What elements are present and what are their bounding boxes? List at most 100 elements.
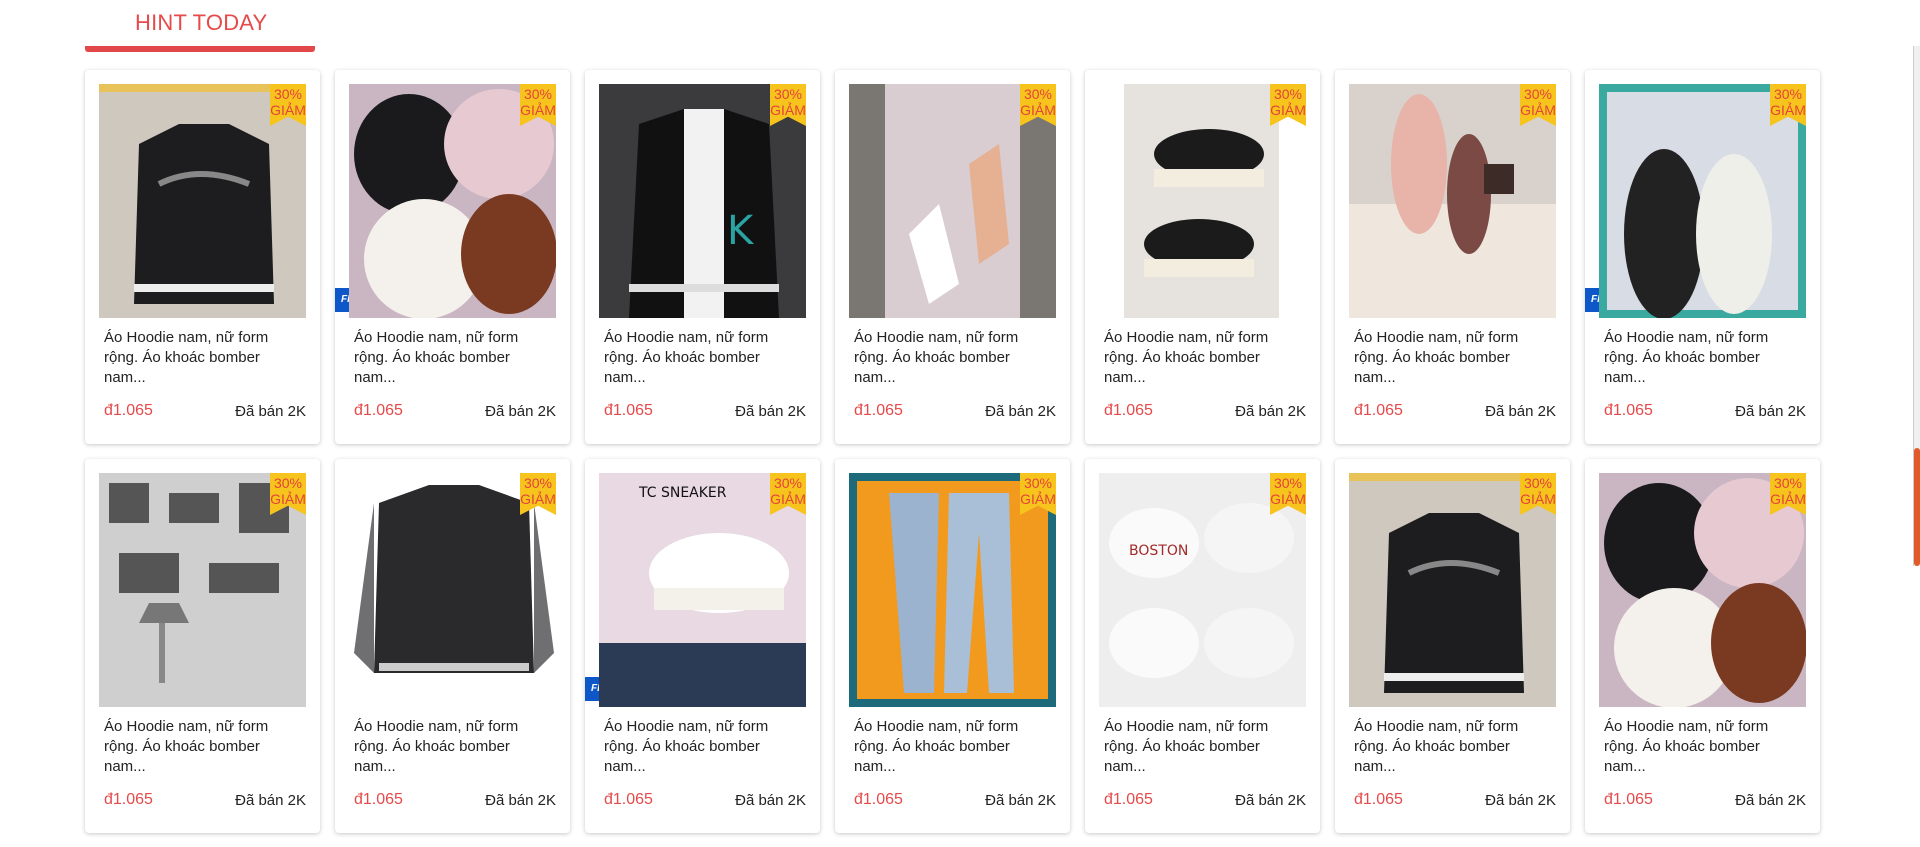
product-card[interactable]: FREESHIPXTRA30%GIẢMÁo Hoodie nam, nữ for… bbox=[1585, 70, 1820, 444]
discount-percent: 30% bbox=[1273, 475, 1303, 491]
product-image[interactable]: 30% GIẢM bbox=[349, 473, 556, 707]
discount-percent: 30% bbox=[773, 86, 803, 102]
product-image[interactable]: K 30% GIẢM bbox=[599, 84, 806, 318]
discount-label: GIẢM bbox=[1270, 491, 1306, 507]
product-title[interactable]: Áo Hoodie nam, nữ form rộng. Áo khoác bo… bbox=[1354, 328, 1554, 388]
product-title[interactable]: Áo Hoodie nam, nữ form rộng. Áo khoác bo… bbox=[1104, 717, 1304, 777]
product-title[interactable]: Áo Hoodie nam, nữ form rộng. Áo khoác bo… bbox=[354, 328, 554, 388]
product-image[interactable]: TC SNEAKER 30% GIẢM bbox=[599, 473, 806, 707]
sold-count: Đã bán 2K bbox=[1735, 792, 1806, 809]
product-price: đ1.065 bbox=[1104, 402, 1153, 419]
product-price: đ1.065 bbox=[1604, 791, 1653, 808]
discount-label: GIẢM bbox=[1770, 102, 1806, 118]
svg-text:TC SNEAKER: TC SNEAKER bbox=[638, 485, 727, 501]
scrollbar[interactable] bbox=[1914, 46, 1920, 566]
sold-count: Đã bán 2K bbox=[985, 403, 1056, 420]
svg-text:K: K bbox=[727, 208, 755, 254]
discount-label: GIẢM bbox=[1770, 491, 1806, 507]
product-title[interactable]: Áo Hoodie nam, nữ form rộng. Áo khoác bo… bbox=[104, 717, 304, 777]
product-card[interactable]: BOSTON 30% GIẢM Áo Hoodie nam, nữ form rộng… bbox=[1085, 459, 1320, 833]
product-price: đ1.065 bbox=[354, 402, 403, 419]
section-underline bbox=[85, 46, 315, 52]
product-title[interactable]: Áo Hoodie nam, nữ form rộng. Áo khoác bo… bbox=[104, 328, 304, 388]
sold-count: Đã bán 2K bbox=[1485, 403, 1556, 420]
product-card[interactable]: 30% GIẢM Áo Hoodie nam, nữ form rộng. Áo k… bbox=[85, 70, 320, 444]
sold-count: Đã bán 2K bbox=[1735, 403, 1806, 420]
discount-percent: 30% bbox=[1023, 86, 1053, 102]
section-title: HINT TODAY bbox=[135, 10, 268, 35]
product-image[interactable]: 30% GIẢM bbox=[349, 84, 556, 318]
sold-count: Đã bán 2K bbox=[1235, 403, 1306, 420]
product-title[interactable]: Áo Hoodie nam, nữ form rộng. Áo khoác bo… bbox=[1354, 717, 1554, 777]
discount-percent: 30% bbox=[1273, 86, 1303, 102]
product-card[interactable]: 30% GIẢM Áo Hoodie nam, nữ form rộng. Áo k… bbox=[1335, 70, 1570, 444]
product-price: đ1.065 bbox=[104, 791, 153, 808]
product-card[interactable]: 30% GIẢM Áo Hoodie nam, nữ form rộng. Áo k… bbox=[1335, 459, 1570, 833]
sold-count: Đã bán 2K bbox=[1235, 792, 1306, 809]
section-header: HINT TODAY bbox=[85, 0, 315, 54]
product-image[interactable]: 30% GIẢM bbox=[1599, 84, 1806, 318]
product-title[interactable]: Áo Hoodie nam, nữ form rộng. Áo khoác bo… bbox=[854, 328, 1054, 388]
product-card[interactable]: 30% GIẢM Áo Hoodie nam, nữ form rộng. Áo k… bbox=[835, 459, 1070, 833]
product-image[interactable]: 30% GIẢM bbox=[1599, 473, 1806, 707]
discount-percent: 30% bbox=[523, 475, 553, 491]
product-title[interactable]: Áo Hoodie nam, nữ form rộng. Áo khoác bo… bbox=[1104, 328, 1304, 388]
product-card[interactable]: 30% GIẢM Áo Hoodie nam, nữ form rộng. Áo k… bbox=[335, 459, 570, 833]
product-price: đ1.065 bbox=[104, 402, 153, 419]
product-title[interactable]: Áo Hoodie nam, nữ form rộng. Áo khoác bo… bbox=[854, 717, 1054, 777]
sold-count: Đã bán 2K bbox=[235, 792, 306, 809]
discount-label: GIẢM bbox=[1020, 102, 1056, 118]
product-grid: 30% GIẢM Áo Hoodie nam, nữ form rộng. Áo k… bbox=[85, 70, 1820, 833]
product-card[interactable]: 30% GIẢM Áo Hoodie nam, nữ form rộng. Áo k… bbox=[1085, 70, 1320, 444]
product-image[interactable]: 30% GIẢM bbox=[99, 473, 306, 707]
discount-label: GIẢM bbox=[1020, 491, 1056, 507]
product-title[interactable]: Áo Hoodie nam, nữ form rộng. Áo khoác bo… bbox=[604, 717, 804, 777]
product-card[interactable]: FREESHIPXTRATC SNEAKER30%GIẢMÁo Hoodie n… bbox=[585, 459, 820, 833]
product-title[interactable]: Áo Hoodie nam, nữ form rộng. Áo khoác bo… bbox=[1604, 328, 1804, 388]
sold-count: Đã bán 2K bbox=[985, 792, 1056, 809]
product-image[interactable]: 30% GIẢM bbox=[1349, 473, 1556, 707]
product-image[interactable]: 30% GIẢM bbox=[849, 473, 1056, 707]
product-price: đ1.065 bbox=[1104, 791, 1153, 808]
discount-label: GIẢM bbox=[770, 102, 806, 118]
product-price: đ1.065 bbox=[604, 791, 653, 808]
product-image[interactable]: 30% GIẢM bbox=[99, 84, 306, 318]
scrollbar-thumb[interactable] bbox=[1914, 448, 1920, 566]
discount-label: GIẢM bbox=[1270, 102, 1306, 118]
sold-count: Đã bán 2K bbox=[485, 792, 556, 809]
sold-count: Đã bán 2K bbox=[235, 403, 306, 420]
product-price: đ1.065 bbox=[1354, 402, 1403, 419]
product-title[interactable]: Áo Hoodie nam, nữ form rộng. Áo khoác bo… bbox=[354, 717, 554, 777]
product-image[interactable]: 30% GIẢM bbox=[1099, 84, 1306, 318]
product-card[interactable]: K 30% GIẢM Áo Hoodie nam, nữ form rộng. Áo … bbox=[585, 70, 820, 444]
product-card[interactable]: FREESHIPXTRA30%GIẢMÁo Hoodie nam, nữ for… bbox=[335, 70, 570, 444]
sold-count: Đã bán 2K bbox=[735, 792, 806, 809]
product-title[interactable]: Áo Hoodie nam, nữ form rộng. Áo khoác bo… bbox=[604, 328, 804, 388]
product-price: đ1.065 bbox=[1354, 791, 1403, 808]
discount-percent: 30% bbox=[1523, 86, 1553, 102]
product-title[interactable]: Áo Hoodie nam, nữ form rộng. Áo khoác bo… bbox=[1604, 717, 1804, 777]
discount-percent: 30% bbox=[523, 86, 553, 102]
product-price: đ1.065 bbox=[1604, 402, 1653, 419]
sold-count: Đã bán 2K bbox=[485, 403, 556, 420]
discount-label: GIẢM bbox=[270, 491, 306, 507]
product-card[interactable]: 30% GIẢM Áo Hoodie nam, nữ form rộng. Áo k… bbox=[835, 70, 1070, 444]
product-image[interactable]: 30% GIẢM bbox=[849, 84, 1056, 318]
discount-percent: 30% bbox=[1773, 475, 1803, 491]
product-image[interactable]: 30% GIẢM bbox=[1349, 84, 1556, 318]
discount-label: GIẢM bbox=[270, 102, 306, 118]
discount-label: GIẢM bbox=[1520, 102, 1556, 118]
product-image[interactable]: BOSTON 30% GIẢM bbox=[1099, 473, 1306, 707]
product-card[interactable]: 30% GIẢM Áo Hoodie nam, nữ form rộng. Áo k… bbox=[1585, 459, 1820, 833]
product-price: đ1.065 bbox=[854, 402, 903, 419]
discount-percent: 30% bbox=[273, 475, 303, 491]
svg-text:BOSTON: BOSTON bbox=[1129, 543, 1188, 559]
discount-percent: 30% bbox=[273, 86, 303, 102]
discount-label: GIẢM bbox=[520, 491, 556, 507]
discount-percent: 30% bbox=[1773, 86, 1803, 102]
discount-label: GIẢM bbox=[1520, 491, 1556, 507]
discount-percent: 30% bbox=[1023, 475, 1053, 491]
discount-label: GIẢM bbox=[520, 102, 556, 118]
product-price: đ1.065 bbox=[604, 402, 653, 419]
product-card[interactable]: 30% GIẢM Áo Hoodie nam, nữ form rộng. Áo k… bbox=[85, 459, 320, 833]
